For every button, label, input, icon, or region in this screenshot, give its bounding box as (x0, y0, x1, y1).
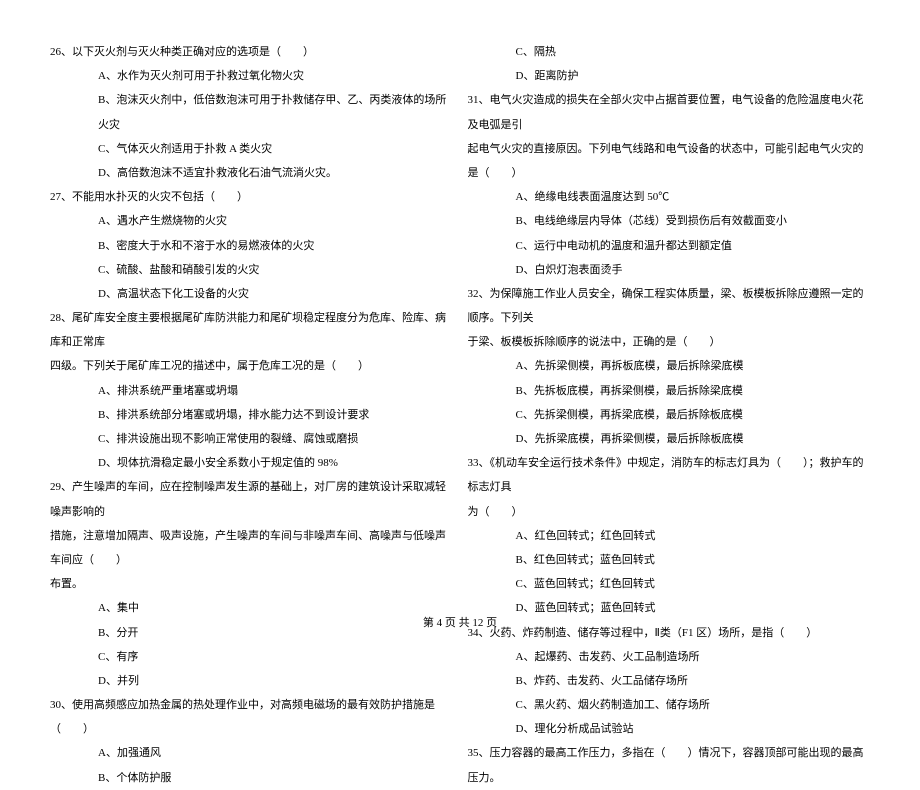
q31-text2: 起电气火灾的直接原因。下列电气线路和电气设备的状态中，可能引起电气火灾的是（ ） (468, 137, 871, 185)
question-34: 34、火药、炸药制造、储存等过程中，Ⅱ类（F1 区）场所，是指（ ） A、起爆药… (468, 621, 871, 742)
q31-opt-b: B、电线绝缘层内导体（芯线）受到损伤后有效截面变小 (468, 209, 871, 233)
q26-opt-a: A、水作为灭火剂可用于扑救过氧化物火灾 (50, 64, 453, 88)
q31-text: 31、电气火灾造成的损失在全部火灾中占据首要位置，电气设备的危险温度电火花及电弧… (468, 88, 871, 136)
right-column: C、隔热 D、距离防护 31、电气火灾造成的损失在全部火灾中占据首要位置，电气设… (468, 40, 871, 790)
question-35: 35、压力容器的最高工作压力，多指在（ ）情况下，容器顶部可能出现的最高压力。 (468, 741, 871, 789)
q26-text: 26、以下灭火剂与灭火种类正确对应的选项是（ ） (50, 40, 453, 64)
q31-opt-d: D、白炽灯泡表面烫手 (468, 258, 871, 282)
page-footer: 第 4 页 共 12 页 (0, 611, 920, 635)
q32-opt-a: A、先拆梁侧模，再拆板底模，最后拆除梁底模 (468, 354, 871, 378)
q28-opt-b: B、排洪系统部分堵塞或坍塌，排水能力达不到设计要求 (50, 403, 453, 427)
q28-opt-c: C、排洪设施出现不影响正常使用的裂缝、腐蚀或磨损 (50, 427, 453, 451)
q27-opt-d: D、高温状态下化工设备的火灾 (50, 282, 453, 306)
question-26: 26、以下灭火剂与灭火种类正确对应的选项是（ ） A、水作为灭火剂可用于扑救过氧… (50, 40, 453, 185)
q32-text2: 于梁、板模板拆除顺序的说法中，正确的是（ ） (468, 330, 871, 354)
question-28: 28、尾矿库安全度主要根据尾矿库防洪能力和尾矿坝稳定程度分为危库、险库、病库和正… (50, 306, 453, 475)
q32-opt-d: D、先拆梁底模，再拆梁侧模，最后拆除板底模 (468, 427, 871, 451)
q33-opt-b: B、红色回转式；蓝色回转式 (468, 548, 871, 572)
question-30-cont: C、隔热 D、距离防护 (468, 40, 871, 88)
q33-text: 33、《机动车安全运行技术条件》中规定，消防车的标志灯具为（ ）；救护车的标志灯… (468, 451, 871, 499)
document-content: 26、以下灭火剂与灭火种类正确对应的选项是（ ） A、水作为灭火剂可用于扑救过氧… (50, 40, 870, 790)
q33-text2: 为（ ） (468, 500, 871, 524)
q30-opt-b: B、个体防护服 (50, 766, 453, 790)
q28-text2: 四级。下列关于尾矿库工况的描述中，属于危库工况的是（ ） (50, 354, 453, 378)
q31-opt-c: C、运行中电动机的温度和温升都达到额定值 (468, 234, 871, 258)
question-32: 32、为保障施工作业人员安全，确保工程实体质量，梁、板模板拆除应遵照一定的顺序。… (468, 282, 871, 451)
question-30: 30、使用高频感应加热金属的热处理作业中，对高频电磁场的最有效防护措施是（ ） … (50, 693, 453, 790)
q32-opt-c: C、先拆梁侧模，再拆梁底模，最后拆除板底模 (468, 403, 871, 427)
q34-opt-b: B、炸药、击发药、火工品储存场所 (468, 669, 871, 693)
q29-text: 29、产生噪声的车间，应在控制噪声发生源的基础上，对厂房的建筑设计采取减轻噪声影… (50, 475, 453, 523)
q30-text: 30、使用高频感应加热金属的热处理作业中，对高频电磁场的最有效防护措施是（ ） (50, 693, 453, 741)
q28-opt-a: A、排洪系统严重堵塞或坍塌 (50, 379, 453, 403)
q33-opt-c: C、蓝色回转式；红色回转式 (468, 572, 871, 596)
q26-opt-b: B、泡沫灭火剂中，低倍数泡沫可用于扑救储存甲、乙、丙类液体的场所火灾 (50, 88, 453, 136)
question-33: 33、《机动车安全运行技术条件》中规定，消防车的标志灯具为（ ）；救护车的标志灯… (468, 451, 871, 620)
question-31: 31、电气火灾造成的损失在全部火灾中占据首要位置，电气设备的危险温度电火花及电弧… (468, 88, 871, 282)
q28-text: 28、尾矿库安全度主要根据尾矿库防洪能力和尾矿坝稳定程度分为危库、险库、病库和正… (50, 306, 453, 354)
q32-opt-b: B、先拆板底模，再拆梁侧模，最后拆除梁底模 (468, 379, 871, 403)
q28-opt-d: D、坝体抗滑稳定最小安全系数小于规定值的 98% (50, 451, 453, 475)
question-29: 29、产生噪声的车间，应在控制噪声发生源的基础上，对厂房的建筑设计采取减轻噪声影… (50, 475, 453, 693)
q34-opt-a: A、起爆药、击发药、火工品制造场所 (468, 645, 871, 669)
q29-opt-c: C、有序 (50, 645, 453, 669)
q33-opt-a: A、红色回转式；红色回转式 (468, 524, 871, 548)
q30-opt-a: A、加强通风 (50, 741, 453, 765)
q29-text3: 布置。 (50, 572, 453, 596)
q31-opt-a: A、绝缘电线表面温度达到 50℃ (468, 185, 871, 209)
left-column: 26、以下灭火剂与灭火种类正确对应的选项是（ ） A、水作为灭火剂可用于扑救过氧… (50, 40, 453, 790)
q27-text: 27、不能用水扑灭的火灾不包括（ ） (50, 185, 453, 209)
q30-opt-c: C、隔热 (468, 40, 871, 64)
q32-text: 32、为保障施工作业人员安全，确保工程实体质量，梁、板模板拆除应遵照一定的顺序。… (468, 282, 871, 330)
q26-opt-c: C、气体灭火剂适用于扑救 A 类火灾 (50, 137, 453, 161)
q27-opt-c: C、硫酸、盐酸和硝酸引发的火灾 (50, 258, 453, 282)
q34-opt-d: D、理化分析成品试验站 (468, 717, 871, 741)
q27-opt-a: A、遇水产生燃烧物的火灾 (50, 209, 453, 233)
q29-text2: 措施，注意增加隔声、吸声设施，产生噪声的车间与非噪声车间、高噪声与低噪声车间应（… (50, 524, 453, 572)
q27-opt-b: B、密度大于水和不溶于水的易燃液体的火灾 (50, 234, 453, 258)
q35-text: 35、压力容器的最高工作压力，多指在（ ）情况下，容器顶部可能出现的最高压力。 (468, 741, 871, 789)
q26-opt-d: D、高倍数泡沫不适宜扑救液化石油气流淌火灾。 (50, 161, 453, 185)
question-27: 27、不能用水扑灭的火灾不包括（ ） A、遇水产生燃烧物的火灾 B、密度大于水和… (50, 185, 453, 306)
q29-opt-d: D、并列 (50, 669, 453, 693)
q30-opt-d: D、距离防护 (468, 64, 871, 88)
q34-opt-c: C、黑火药、烟火药制造加工、储存场所 (468, 693, 871, 717)
